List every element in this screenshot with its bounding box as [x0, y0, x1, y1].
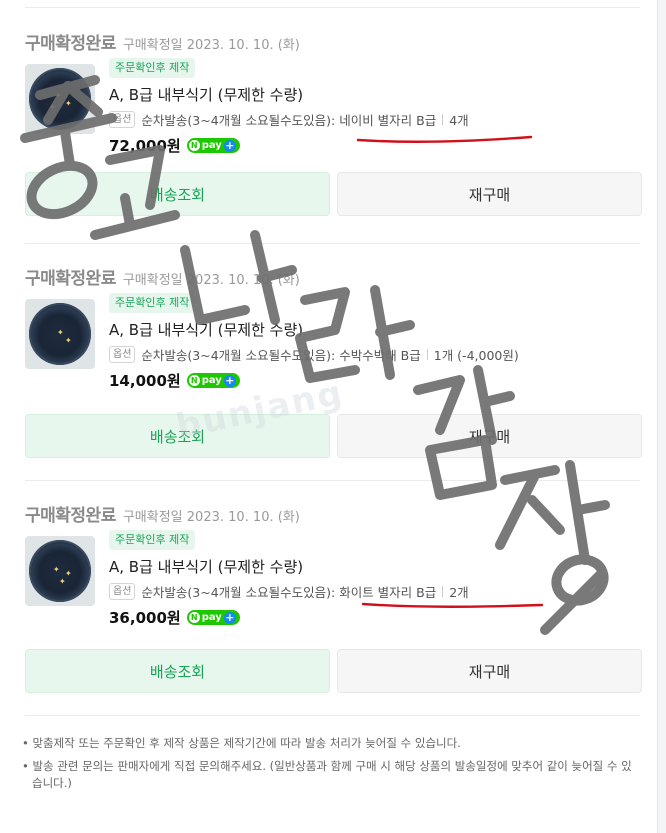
option-quantity: 2개 — [449, 584, 469, 600]
option-chip: 옵션 — [109, 582, 136, 600]
order-status: 구매확정완료 — [25, 34, 116, 54]
option-quantity: 4개 — [449, 112, 469, 128]
price-row: 14,000원 Npay + — [109, 370, 240, 391]
npay-plus-icon: Npay + — [186, 610, 240, 625]
option-separator — [442, 585, 444, 597]
made-to-order-badge: 주문확인후 제작 — [109, 293, 196, 313]
bowl-image — [29, 540, 91, 602]
rebuy-button[interactable]: 재구매 — [337, 172, 642, 216]
star-icon: ✦ — [65, 569, 72, 578]
order-status: 구매확정완료 — [25, 269, 116, 289]
option-row: 옵션 순차발송(3~4개월 소요될수도있음): 네이비 별자리 B급 4개 — [109, 109, 469, 129]
product-name[interactable]: A, B급 내부식기 (무제한 수량) — [109, 319, 303, 340]
track-shipment-button[interactable]: 배송조회 — [25, 172, 330, 216]
option-chip: 옵션 — [109, 110, 136, 128]
option-text: 순차발송(3~4개월 소요될수도있음): 화이트 별자리 B급 — [141, 584, 437, 600]
top-divider — [25, 7, 640, 8]
product-name[interactable]: A, B급 내부식기 (무제한 수량) — [109, 556, 303, 577]
option-chip: 옵션 — [109, 345, 136, 363]
rebuy-button[interactable]: 재구매 — [337, 414, 642, 458]
product-thumbnail[interactable]: ✦ ✦ — [25, 299, 95, 369]
price: 36,000원 — [109, 609, 181, 627]
product-thumbnail[interactable]: ✦ ✦ ✦ — [25, 64, 95, 134]
price-row: 36,000원 Npay + — [109, 607, 240, 628]
price-row: 72,000원 Npay + — [109, 135, 240, 156]
red-underline-mark — [356, 135, 533, 143]
option-text: 순차발송(3~4개월 소요될수도있음): 수박수박해 B급 — [141, 347, 421, 363]
note-item: • 발송 관련 문의는 판매자에게 직접 문의해주세요. (일반상품과 함께 구… — [22, 759, 632, 790]
note-item: • 맞춤제작 또는 주문확인 후 제작 상품은 제작기간에 따라 발송 처리가 … — [22, 736, 461, 750]
price: 72,000원 — [109, 137, 181, 155]
star-icon: ✦ — [49, 103, 56, 112]
order-divider — [25, 243, 640, 244]
rebuy-button[interactable]: 재구매 — [337, 649, 642, 693]
order-divider — [25, 715, 640, 716]
star-icon: ✦ — [55, 91, 62, 100]
order-divider — [25, 480, 640, 481]
track-shipment-button[interactable]: 배송조회 — [25, 649, 330, 693]
order-list-page: 구매확정완료 구매확정일 2023. 10. 10. (화) ✦ ✦ ✦ 주문확… — [0, 0, 658, 833]
order-header: 구매확정완료 구매확정일 2023. 10. 10. (화) — [25, 29, 300, 54]
option-row: 옵션 순차발송(3~4개월 소요될수도있음): 수박수박해 B급 1개 (-4,… — [109, 344, 519, 364]
product-thumbnail[interactable]: ✦ ✦ ✦ — [25, 536, 95, 606]
star-icon: ✦ — [57, 328, 64, 337]
npay-plus-icon: Npay + — [186, 373, 240, 388]
option-quantity: 1개 (-4,000원) — [433, 347, 519, 363]
order-header: 구매확정완료 구매확정일 2023. 10. 10. (화) — [25, 501, 300, 526]
order-header: 구매확정완료 구매확정일 2023. 10. 10. (화) — [25, 264, 300, 289]
npay-plus-icon: Npay + — [186, 138, 240, 153]
price: 14,000원 — [109, 372, 181, 390]
product-name[interactable]: A, B급 내부식기 (무제한 수량) — [109, 84, 303, 105]
star-icon: ✦ — [65, 99, 72, 108]
made-to-order-badge: 주문확인후 제작 — [109, 530, 196, 550]
made-to-order-badge: 주문확인후 제작 — [109, 58, 196, 78]
option-separator — [426, 348, 428, 360]
shipping-notes: • 맞춤제작 또는 주문확인 후 제작 상품은 제작기간에 따라 발송 처리가 … — [22, 735, 637, 798]
option-row: 옵션 순차발송(3~4개월 소요될수도있음): 화이트 별자리 B급 2개 — [109, 581, 469, 601]
confirm-date: 구매확정일 2023. 10. 10. (화) — [122, 510, 300, 525]
confirm-date: 구매확정일 2023. 10. 10. (화) — [122, 273, 300, 288]
order-status: 구매확정완료 — [25, 506, 116, 526]
star-icon: ✦ — [53, 565, 60, 574]
star-icon: ✦ — [59, 577, 66, 586]
option-text: 순차발송(3~4개월 소요될수도있음): 네이비 별자리 B급 — [141, 112, 437, 128]
option-separator — [442, 113, 444, 125]
star-icon: ✦ — [65, 336, 72, 345]
confirm-date: 구매확정일 2023. 10. 10. (화) — [122, 38, 300, 53]
